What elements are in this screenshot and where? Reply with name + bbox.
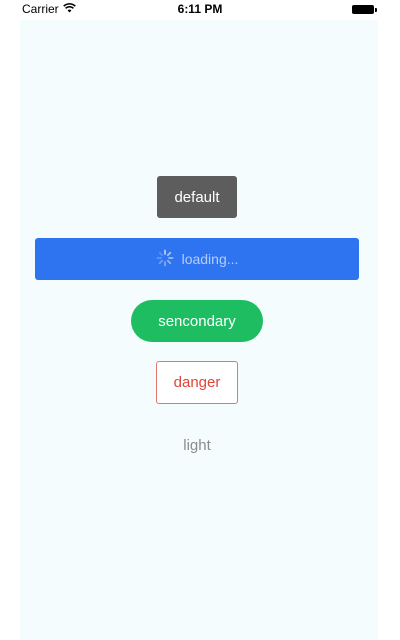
danger-button-label: danger <box>173 374 221 391</box>
secondary-button[interactable]: sencondary <box>131 300 263 342</box>
status-time: 6:11 PM <box>177 2 223 16</box>
app-screen: default loading... sencondary danger lig… <box>20 20 378 640</box>
status-bar: Carrier 6:11 PM <box>0 0 400 20</box>
loading-button-label: loading... <box>181 251 239 267</box>
default-button[interactable]: default <box>157 176 237 218</box>
loading-button[interactable]: loading... <box>35 238 359 280</box>
secondary-button-label: sencondary <box>158 312 236 330</box>
danger-button[interactable]: danger <box>156 361 238 404</box>
light-button[interactable]: light <box>157 424 237 466</box>
spinner-icon <box>156 249 174 270</box>
battery-icon <box>352 5 377 14</box>
default-button-label: default <box>174 188 220 206</box>
light-button-label: light <box>183 436 211 454</box>
